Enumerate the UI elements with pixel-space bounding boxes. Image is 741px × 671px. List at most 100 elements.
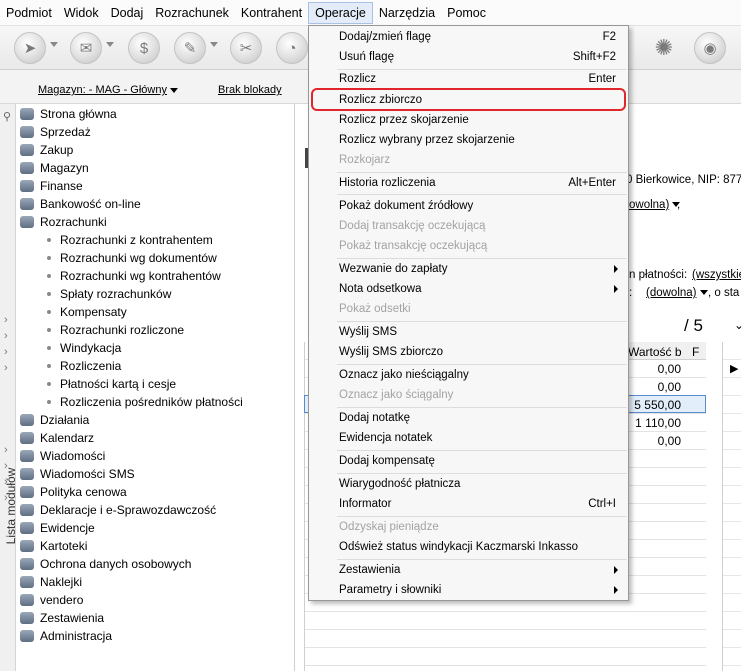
loading-icon[interactable]: ✺ bbox=[648, 32, 680, 64]
menu-item-nota-odsetkowa[interactable]: Nota odsetkowa bbox=[310, 279, 627, 299]
block-status-link[interactable]: Brak blokady bbox=[218, 84, 282, 96]
menu-item-wezwanie[interactable]: Wezwanie do zapłaty bbox=[310, 259, 627, 279]
warehouse-selector[interactable]: Magazyn: - MAG - Główny bbox=[38, 84, 178, 96]
submodule-label: Rozliczenia pośredników płatności bbox=[60, 395, 243, 409]
menu-item-dodaj-flage[interactable]: Dodaj/zmień flagę F2 bbox=[310, 27, 627, 47]
modules-strip[interactable]: › › › › Lista modułów › › › › bbox=[0, 104, 18, 671]
module-label: Kartoteki bbox=[40, 539, 88, 553]
menu-item-label: Zestawienia bbox=[339, 564, 401, 576]
modules-panel: Strona główna Sprzedaż Zakup Magazyn Fin… bbox=[17, 104, 295, 671]
clock-icon[interactable]: ◔ bbox=[276, 32, 308, 64]
contractor-address: 0 Bierkowice, NIP: 8774 bbox=[626, 174, 741, 186]
column-header-flag[interactable]: F bbox=[692, 345, 699, 359]
menu-widok[interactable]: Widok bbox=[58, 2, 105, 24]
payment-filter-label: n płatności: bbox=[629, 269, 688, 281]
chevron-down-icon[interactable]: ⌄ bbox=[734, 318, 741, 332]
menu-item-dodaj-kompensate[interactable]: Dodaj kompensatę bbox=[310, 451, 627, 471]
chevron-right-icon[interactable]: › bbox=[4, 444, 8, 456]
payment-filter-link[interactable]: (wszystkie bbox=[692, 269, 741, 281]
menu-item-historia-rozliczenia[interactable]: Historia rozliczenia Alt+Enter bbox=[310, 173, 627, 193]
menu-item-label: Pokaż dokument źródłowy bbox=[339, 200, 474, 212]
submodule-label: Windykacja bbox=[60, 341, 122, 355]
submodule-label: Rozrachunki z kontrahentem bbox=[60, 233, 213, 247]
submenu-arrow-icon bbox=[614, 586, 618, 594]
menu-narzedzia[interactable]: Narzędzia bbox=[373, 2, 441, 24]
status-filter-link[interactable]: (dowolna) bbox=[646, 287, 708, 299]
warehouse-icon bbox=[20, 162, 34, 174]
colon-fragment: : bbox=[629, 287, 633, 299]
menu-item-parametry[interactable]: Parametry i słowniki bbox=[310, 580, 627, 600]
records-icon bbox=[20, 522, 34, 534]
menu-item-label: Wyślij SMS zbiorczo bbox=[339, 346, 444, 358]
menu-item-ewidencja-notatek[interactable]: Ewidencja notatek bbox=[310, 428, 627, 448]
menu-item-shortcut: Ctrl+I bbox=[588, 498, 616, 510]
sms-icon bbox=[20, 468, 34, 480]
chevron-right-icon[interactable]: › bbox=[4, 476, 8, 488]
menu-dodaj[interactable]: Dodaj bbox=[105, 2, 150, 24]
menu-item-usun-flage[interactable]: Usuń flagę Shift+F2 bbox=[310, 47, 627, 67]
pin-icon[interactable]: ⚲ bbox=[3, 110, 11, 123]
chevron-right-icon[interactable]: › bbox=[4, 330, 8, 342]
edit-icon[interactable]: ✎ bbox=[174, 32, 206, 64]
forward-icon[interactable]: ✉ bbox=[70, 32, 102, 64]
menu-item-rozlicz-przez-skojarzenie[interactable]: Rozlicz przez skojarzenie bbox=[310, 110, 627, 130]
menu-item-rozlicz[interactable]: Rozlicz Enter bbox=[310, 69, 627, 89]
menu-item-label: Wiarygodność płatnicza bbox=[339, 478, 461, 490]
menu-item-label: Historia rozliczenia bbox=[339, 177, 436, 189]
status-filter-suffix: , o sta bbox=[708, 287, 740, 299]
edit-dropdown-icon[interactable] bbox=[210, 42, 218, 47]
module-label: Finanse bbox=[40, 179, 83, 193]
chevron-right-icon[interactable]: › bbox=[4, 460, 8, 472]
tools-icon[interactable]: ✂ bbox=[230, 32, 262, 64]
chevron-right-icon[interactable]: › bbox=[4, 492, 8, 504]
menu-item-informator[interactable]: Informator Ctrl+I bbox=[310, 494, 627, 514]
globe-icon[interactable]: ◉ bbox=[694, 32, 726, 64]
menu-item-wiarygodnosc[interactable]: Wiarygodność płatnicza bbox=[310, 474, 627, 494]
money-icon[interactable]: $ bbox=[128, 32, 160, 64]
record-counter: / 5 bbox=[684, 316, 703, 335]
module-label: Wiadomości bbox=[40, 449, 106, 463]
menu-item-rozlicz-wybrany[interactable]: Rozlicz wybrany przez skojarzenie bbox=[310, 130, 627, 150]
menu-item-oznacz-niesciagalny[interactable]: Oznacz jako nieściągalny bbox=[310, 365, 627, 385]
module-label: Deklaracje i e-Sprawozdawczość bbox=[40, 503, 217, 517]
filter-link-1[interactable]: owolna) bbox=[629, 199, 681, 211]
menu-pomoc[interactable]: Pomoc bbox=[441, 2, 492, 24]
menu-item-odswiez-status[interactable]: Odśwież status windykacji Kaczmarski Ink… bbox=[310, 537, 627, 557]
module-label: Sprzedaż bbox=[40, 125, 91, 139]
bullet-icon bbox=[47, 382, 51, 386]
menu-podmiot[interactable]: Podmiot bbox=[0, 2, 58, 24]
module-label: Polityka cenowa bbox=[40, 485, 127, 499]
submodule-label: Płatności kartą i cesje bbox=[60, 377, 177, 391]
menu-item-label: Dodaj/zmień flagę bbox=[339, 31, 432, 43]
bank-icon bbox=[20, 198, 34, 210]
menu-item-label: Rozlicz wybrany przez skojarzenie bbox=[339, 134, 515, 146]
menu-rozrachunek[interactable]: Rozrachunek bbox=[149, 2, 235, 24]
menu-item-zestawienia[interactable]: Zestawienia bbox=[310, 560, 627, 580]
menu-item-dodaj-notatke[interactable]: Dodaj notatkę bbox=[310, 408, 627, 428]
declaration-icon bbox=[20, 504, 34, 516]
sales-icon bbox=[20, 126, 34, 138]
forward-dropdown-icon[interactable] bbox=[106, 42, 114, 47]
chevron-right-icon[interactable]: › bbox=[4, 314, 8, 326]
submenu-arrow-icon bbox=[614, 265, 618, 273]
menu-item-label: Pokaż odsetki bbox=[339, 303, 411, 315]
side-grid[interactable] bbox=[722, 342, 741, 671]
chevron-right-icon[interactable]: › bbox=[4, 346, 8, 358]
finance-icon bbox=[20, 180, 34, 192]
modules-list-label: Lista modułów bbox=[4, 467, 18, 545]
module-label: Naklejki bbox=[40, 575, 83, 589]
back-icon[interactable]: ➤ bbox=[14, 32, 46, 64]
submodule-label: Rozrachunki rozliczone bbox=[60, 323, 185, 337]
menu-item-label: Parametry i słowniki bbox=[339, 584, 442, 596]
back-dropdown-icon[interactable] bbox=[50, 42, 58, 47]
menu-item-dodaj-transakcje: Dodaj transakcję oczekującą bbox=[310, 216, 627, 236]
menu-item-odzyskaj-pieniadze: Odzyskaj pieniądze bbox=[310, 517, 627, 537]
menu-item-pokaz-odsetki: Pokaż odsetki bbox=[310, 299, 627, 319]
column-header-value[interactable]: Wartość b bbox=[628, 345, 682, 359]
menu-item-wyslij-sms[interactable]: Wyślij SMS bbox=[310, 322, 627, 342]
chevron-right-icon[interactable]: › bbox=[4, 362, 8, 374]
menu-kontrahent[interactable]: Kontrahent bbox=[235, 2, 308, 24]
menu-item-pokaz-dokument[interactable]: Pokaż dokument źródłowy bbox=[310, 196, 627, 216]
menu-operacje[interactable]: Operacje bbox=[308, 1, 373, 24]
menu-item-wyslij-sms-zbiorczo[interactable]: Wyślij SMS zbiorczo bbox=[310, 342, 627, 362]
